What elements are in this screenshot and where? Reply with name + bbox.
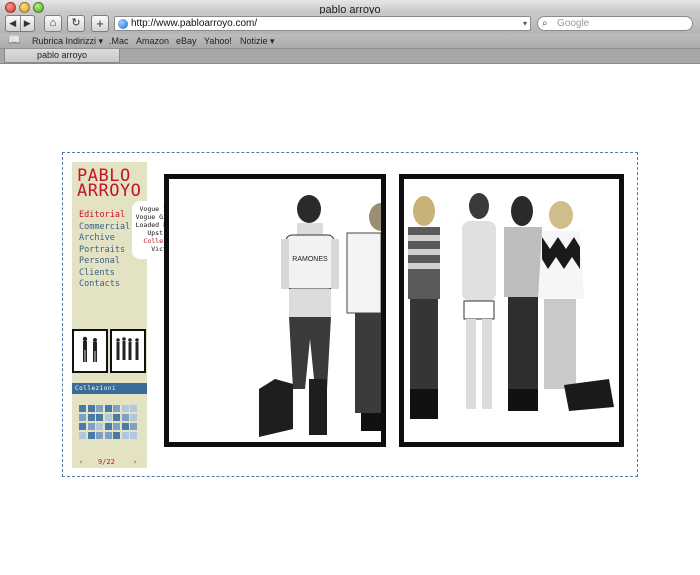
collection-cell[interactable] — [104, 405, 112, 412]
fashion-photo-right — [408, 193, 614, 419]
collections-header: Collezioni — [72, 383, 147, 394]
home-button[interactable]: ⌂ — [44, 15, 62, 32]
bookmark-rubrica-indirizzi[interactable]: Rubrica Indirizzi ▾ — [32, 34, 103, 49]
svg-text:RAMONES: RAMONES — [292, 256, 328, 263]
main-menu: Editorial Commercial Archive Portraits P… — [79, 210, 130, 291]
photo-left[interactable]: RAMONES — [164, 174, 386, 447]
back-forward-buttons: ◀ ▶ — [5, 15, 35, 32]
menu-item-editorial[interactable]: Editorial — [79, 210, 130, 222]
site-logo[interactable]: PABLO ARROYO — [77, 168, 142, 201]
search-placeholder: Google — [557, 18, 590, 29]
collection-cell[interactable] — [130, 414, 137, 421]
collections-grid — [79, 405, 139, 445]
zoom-window-button[interactable] — [33, 2, 44, 13]
collection-cell[interactable] — [104, 414, 112, 421]
collection-cell[interactable] — [79, 405, 86, 412]
collection-cell[interactable] — [113, 432, 120, 439]
photo-right[interactable] — [399, 174, 624, 447]
globe-icon — [118, 19, 128, 29]
collection-cell[interactable] — [121, 432, 129, 439]
title-bar: pablo arroyo — [0, 0, 700, 16]
tab-bar: pablo arroyo — [0, 49, 700, 64]
collection-cell[interactable] — [79, 423, 86, 430]
collection-cell[interactable] — [113, 405, 120, 412]
chevron-down-icon[interactable]: ▾ — [523, 17, 527, 30]
address-text[interactable]: http://www.pabloarroyo.com/ — [131, 17, 257, 30]
bookmark-ebay[interactable]: eBay — [176, 34, 197, 49]
logo-line-2: ARROYO — [77, 181, 142, 201]
thumbnail-photo — [116, 337, 139, 360]
plus-icon: + — [96, 16, 104, 31]
collection-cell[interactable] — [87, 423, 95, 430]
bookmarks-bar: 📖 Rubrica Indirizzi ▾ .Mac Amazon eBay Y… — [0, 34, 700, 49]
collection-cell[interactable] — [79, 432, 86, 439]
collection-cell[interactable] — [104, 423, 112, 430]
book-icon[interactable]: 📖 — [8, 35, 20, 46]
menu-item-commercial[interactable]: Commercial — [79, 222, 130, 234]
tab-pablo-arroyo[interactable]: pablo arroyo — [4, 49, 120, 63]
bookmark-amazon[interactable]: Amazon — [136, 34, 169, 49]
add-bookmark-button[interactable]: + — [91, 15, 109, 32]
close-window-button[interactable] — [5, 2, 16, 13]
minimize-window-button[interactable] — [19, 2, 30, 13]
home-icon: ⌂ — [49, 17, 57, 29]
collection-cell[interactable] — [87, 414, 95, 421]
fashion-photo-left: RAMONES — [259, 195, 381, 437]
thumbnail-1[interactable] — [72, 329, 108, 373]
reload-icon: ↻ — [71, 17, 81, 29]
menu-item-archive[interactable]: Archive — [79, 233, 130, 245]
browser-toolbar: ◀ ▶ ⌂ ↻ + http://www.pabloarroyo.com/ ▾ … — [0, 14, 700, 34]
bookmark-yahoo[interactable]: Yahoo! — [204, 34, 232, 49]
forward-icon[interactable]: ▶ — [21, 16, 35, 31]
back-icon[interactable]: ◀ — [6, 16, 21, 31]
collection-cell[interactable] — [96, 423, 103, 430]
collection-cell[interactable] — [96, 405, 103, 412]
collection-cell[interactable] — [130, 432, 137, 439]
page-counter: 9/22 — [98, 458, 115, 466]
menu-item-contacts[interactable]: Contacts — [79, 279, 130, 291]
tab-label: pablo arroyo — [36, 50, 88, 60]
bookmark-notizie[interactable]: Notizie ▾ — [240, 34, 275, 49]
search-icon[interactable]: ⌕ — [542, 17, 548, 30]
collection-cell[interactable] — [96, 414, 103, 421]
menu-item-clients[interactable]: Clients — [79, 268, 130, 280]
collection-cell[interactable] — [130, 405, 137, 412]
thumbnail-2[interactable] — [110, 329, 146, 373]
collection-cell[interactable] — [104, 432, 112, 439]
collection-cell[interactable] — [96, 432, 103, 439]
menu-item-portraits[interactable]: Portraits — [79, 245, 130, 257]
address-bar[interactable]: http://www.pabloarroyo.com/ ▾ — [114, 16, 531, 31]
collection-cell[interactable] — [113, 414, 120, 421]
collection-cell[interactable] — [121, 414, 129, 421]
menu-item-personal[interactable]: Personal — [79, 256, 130, 268]
collection-cell[interactable] — [130, 423, 137, 430]
bookmark-mac[interactable]: .Mac — [109, 34, 129, 49]
collection-cell[interactable] — [113, 423, 120, 430]
collection-cell[interactable] — [87, 432, 95, 439]
collection-cell[interactable] — [121, 405, 129, 412]
thumbnail-photo — [82, 336, 97, 362]
next-arrow-icon[interactable]: › — [133, 457, 137, 467]
search-input[interactable]: ⌕ Google — [537, 16, 693, 31]
collection-cell[interactable] — [121, 423, 129, 430]
collection-cell[interactable] — [87, 405, 95, 412]
collection-cell[interactable] — [79, 414, 86, 421]
pager: ‹ 9/22 › — [79, 457, 139, 467]
reload-button[interactable]: ↻ — [67, 15, 85, 32]
previous-arrow-icon[interactable]: ‹ — [79, 457, 83, 467]
